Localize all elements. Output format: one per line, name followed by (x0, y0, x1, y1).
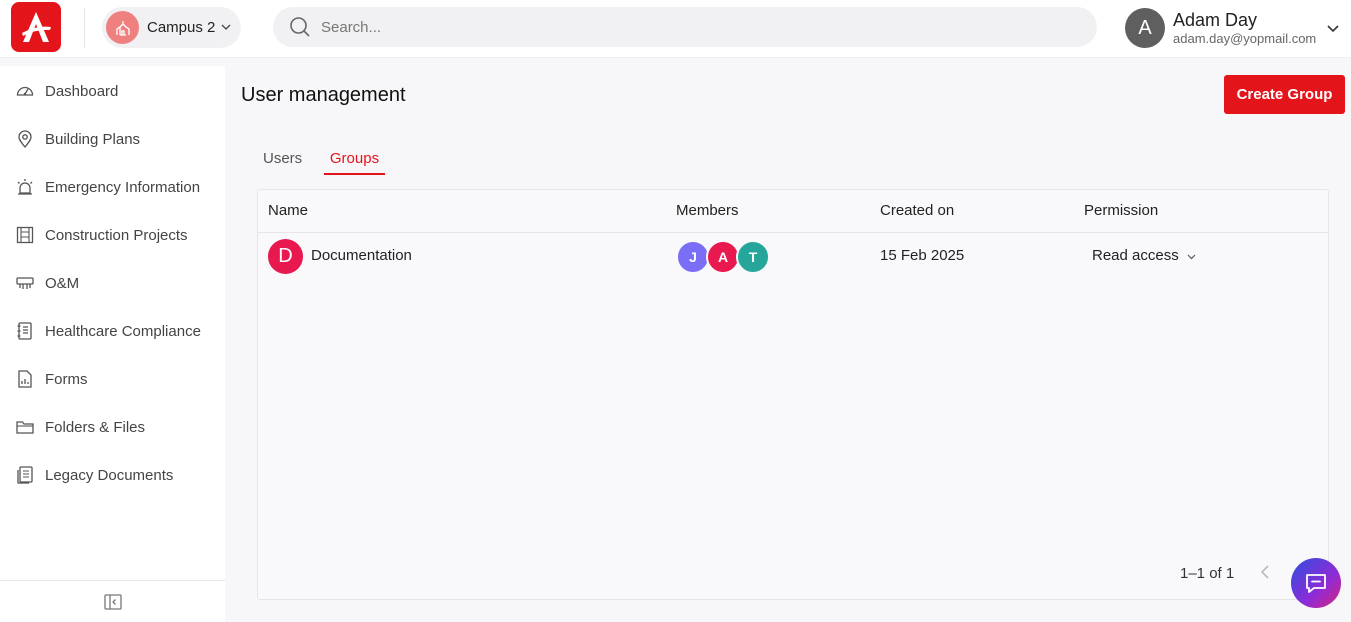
search-icon (290, 17, 310, 37)
chevron-down-icon[interactable] (1326, 20, 1340, 38)
user-email: adam.day@yopmail.com (1173, 31, 1317, 46)
logo-icon (22, 12, 51, 42)
table-row[interactable]: D Documentation J A T 15 Feb 2025 Read a… (258, 233, 1328, 283)
column-header-members[interactable]: Members (676, 202, 739, 219)
sidebar-item-healthcare-compliance[interactable]: Healthcare Compliance (0, 309, 225, 353)
create-group-button[interactable]: Create Group (1224, 75, 1345, 114)
sidebar-item-label: Legacy Documents (45, 466, 174, 484)
top-bar: Campus 2 A Adam Day adam.day@yopmail.com (0, 0, 1351, 58)
group-name[interactable]: Documentation (311, 247, 412, 264)
sidebar-item-label: Emergency Information (45, 178, 201, 196)
collapse-sidebar-icon (103, 593, 122, 610)
page-title: User management (241, 84, 406, 106)
chevron-left-icon (1260, 565, 1269, 579)
user-name: Adam Day (1173, 10, 1258, 30)
sidebar-item-emergency-information[interactable]: Emergency Information (0, 165, 225, 209)
sidebar-item-construction-projects[interactable]: Construction Projects (0, 213, 225, 257)
alarm-icon (15, 177, 35, 197)
sidebar-item-label: O&M (45, 274, 80, 292)
sidebar-item-forms[interactable]: Forms (0, 357, 225, 401)
sidebar-item-dashboard[interactable]: Dashboard (0, 69, 225, 113)
member-avatar[interactable]: J (676, 240, 710, 274)
sidebar-item-folders-files[interactable]: Folders & Files (0, 405, 225, 449)
map-pin-icon (15, 129, 35, 149)
sidebar-item-label: Dashboard (45, 82, 119, 100)
campus-selector[interactable]: Campus 2 (102, 7, 241, 48)
sidebar-item-om[interactable]: O&M (0, 261, 225, 305)
permission-value: Read access (1092, 247, 1179, 264)
created-on-value: 15 Feb 2025 (880, 247, 965, 264)
tab-groups[interactable]: Groups (324, 150, 385, 175)
hvac-icon (15, 273, 35, 293)
previous-page-button[interactable] (1258, 562, 1272, 587)
chevron-down-icon (1187, 247, 1196, 264)
search-bar[interactable] (273, 7, 1097, 47)
chat-support-button[interactable] (1291, 558, 1341, 608)
sidebar-item-label: Construction Projects (45, 226, 188, 244)
pagination-info: 1–1 of 1 (1180, 565, 1235, 582)
groups-table: Name Members Created on Permission D Doc… (257, 189, 1329, 600)
construction-icon (15, 225, 35, 245)
campus-name: Campus 2 (147, 19, 216, 36)
form-icon (15, 369, 35, 389)
folder-icon (15, 417, 35, 437)
column-header-permission[interactable]: Permission (1084, 202, 1158, 219)
header-divider (84, 8, 85, 48)
sidebar-item-label: Forms (45, 370, 88, 388)
speedometer-icon (15, 81, 35, 101)
documents-icon (15, 465, 35, 485)
collapse-sidebar-button[interactable] (0, 580, 225, 622)
app-logo[interactable] (11, 2, 61, 52)
building-icon (106, 11, 139, 44)
chevron-down-icon (221, 22, 231, 33)
search-input[interactable] (321, 18, 1021, 36)
notebook-icon (15, 321, 35, 341)
sidebar-item-building-plans[interactable]: Building Plans (0, 117, 225, 161)
sidebar: Dashboard Building Plans Emergency Infor… (0, 66, 225, 622)
sidebar-item-label: Healthcare Compliance (45, 322, 201, 340)
member-avatar[interactable]: A (706, 240, 740, 274)
avatar: A (1125, 8, 1165, 48)
chat-icon (1306, 574, 1326, 593)
sidebar-item-label: Building Plans (45, 130, 141, 148)
column-header-created-on[interactable]: Created on (880, 202, 954, 219)
group-avatar: D (268, 239, 303, 274)
user-menu[interactable]: A Adam Day adam.day@yopmail.com (1125, 6, 1316, 50)
tab-users[interactable]: Users (263, 150, 302, 167)
column-header-name[interactable]: Name (268, 202, 308, 219)
sidebar-item-label: Folders & Files (45, 418, 146, 436)
permission-select[interactable]: Read access (1092, 247, 1196, 264)
member-avatar[interactable]: T (736, 240, 770, 274)
sidebar-item-legacy-documents[interactable]: Legacy Documents (0, 453, 225, 497)
